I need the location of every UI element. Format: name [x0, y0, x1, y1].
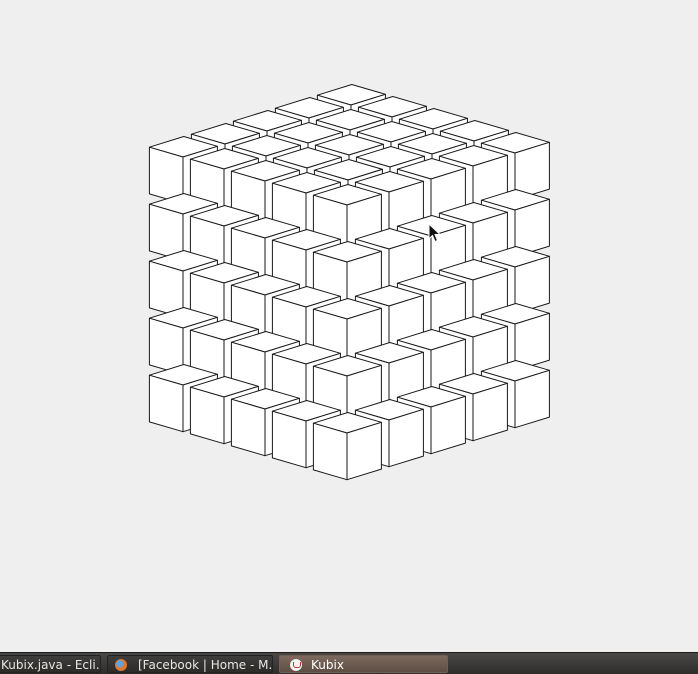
cubie — [312, 412, 382, 481]
taskbar: Kubix.java - Ecli... [Facebook | Home - … — [0, 652, 698, 674]
mouse-cursor-icon — [428, 223, 442, 243]
taskbar-item-kubix[interactable]: Kubix — [279, 655, 448, 673]
rubiks-cube-render[interactable] — [0, 0, 698, 652]
taskbar-item-label: [Facebook | Home - M... — [138, 658, 273, 672]
taskbar-item-label: Kubix.java - Ecli... — [1, 658, 101, 672]
taskbar-item-eclipse[interactable]: Kubix.java - Ecli... — [0, 655, 101, 673]
kubix-canvas[interactable] — [0, 0, 698, 652]
taskbar-item-label: Kubix — [311, 658, 344, 672]
firefox-icon — [115, 659, 127, 671]
taskbar-item-firefox[interactable]: [Facebook | Home - M... — [107, 655, 273, 673]
java-icon — [290, 659, 302, 671]
